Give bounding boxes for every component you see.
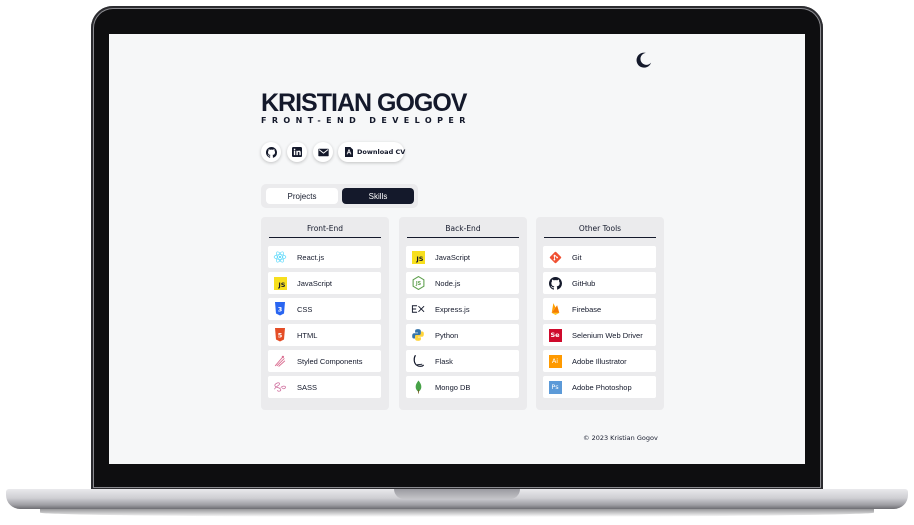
skill-label: Flask [435,356,453,366]
svg-text:JS: JS [414,281,421,287]
javascript-icon: JS [273,276,287,290]
column-divider [544,237,656,238]
express-icon [411,302,425,316]
skill-label: Express.js [435,304,470,314]
email-button[interactable] [313,142,333,162]
skill-label: React.js [297,252,325,262]
github-button[interactable] [261,142,281,162]
skill-label: HTML [297,330,318,340]
selenium-icon: Se [548,328,562,342]
skill-item: Python [406,324,519,346]
css3-icon: 3 [273,302,287,316]
skill-item: Git [543,246,656,268]
skills-column-front-end: Front-End React.js JS JavaScript 3 CSS 5… [261,217,389,410]
column-title: Front-End [307,224,343,233]
skill-item: Flask [406,350,519,372]
svg-text:5: 5 [278,332,283,340]
skill-item: Styled Components [268,350,381,372]
mongodb-icon [411,380,425,394]
skill-label: CSS [297,304,313,314]
sass-icon [273,380,287,394]
laptop-notch [394,489,520,499]
column-title: Back-End [445,224,481,233]
react-icon [273,250,287,264]
skills-column-other-tools: Other Tools Git GitHub Firebase Se Selen… [536,217,664,410]
footer-copyright: © 2023 Kristian Gogov [583,434,658,442]
styled-components-icon [273,354,287,368]
skill-item: Mongo DB [406,376,519,398]
github-icon [548,276,562,290]
skill-item: Ai Adobe Illustrator [543,350,656,372]
skill-item: 3 CSS [268,298,381,320]
subtitle-role: FRONT-END DEVELOPER [261,116,471,125]
photoshop-icon: Ps [548,380,562,394]
skill-label: JavaScript [435,252,471,262]
download-cv-button[interactable]: Download CV [338,142,406,162]
skill-label: Python [435,330,459,340]
git-icon [548,250,562,264]
github-icon [265,146,277,158]
firebase-icon [548,302,562,316]
skill-item: JS Node.js [406,272,519,294]
linkedin-button[interactable] [287,142,307,162]
flask-icon [411,354,425,368]
mail-icon [317,148,329,157]
pdf-icon [345,147,353,157]
skill-label: Node.js [435,278,461,288]
svg-text:3: 3 [278,306,283,314]
column-divider [407,237,519,238]
laptop-shadow [40,508,874,517]
skill-label: JavaScript [297,278,333,288]
skill-item: Firebase [543,298,656,320]
skill-item: Express.js [406,298,519,320]
html5-icon: 5 [273,328,287,342]
skill-item: JS JavaScript [268,272,381,294]
skill-label: GitHub [572,278,596,288]
javascript-icon: JS [411,250,425,264]
column-title: Other Tools [578,224,622,233]
tab-projects[interactable]: Projects [266,188,338,204]
skill-item: Se Selenium Web Driver [543,324,656,346]
illustrator-icon: Ai [548,354,562,368]
skill-label: Selenium Web Driver [572,330,643,340]
skill-item: SASS [268,376,381,398]
skill-item: JS JavaScript [406,246,519,268]
skill-label: Git [572,252,582,262]
laptop-screen: KRISTIAN GOGOV FRONT-END DEVELOPER Downl… [109,34,805,464]
skill-label: SASS [297,382,318,392]
download-cv-label: Download CV [357,148,406,156]
skill-label: Firebase [572,304,602,314]
skills-column-back-end: Back-End JS JavaScript JS Node.js Expres… [399,217,527,410]
skill-label: Mongo DB [435,382,471,392]
skill-item: 5 HTML [268,324,381,346]
tab-switcher: Projects Skills [261,184,418,208]
moon-icon[interactable] [635,51,653,69]
linkedin-icon [292,147,302,157]
skill-label: Styled Components [297,356,363,366]
skill-item: React.js [268,246,381,268]
skill-item: GitHub [543,272,656,294]
skill-label: Adobe Photoshop [572,382,632,392]
tab-skills[interactable]: Skills [342,188,414,204]
page-title: KRISTIAN GOGOV [261,89,467,117]
skill-item: Ps Adobe Photoshop [543,376,656,398]
skill-label: Adobe Illustrator [572,356,627,366]
python-icon [411,328,425,342]
nodejs-icon: JS [411,276,425,290]
column-divider [269,237,381,238]
